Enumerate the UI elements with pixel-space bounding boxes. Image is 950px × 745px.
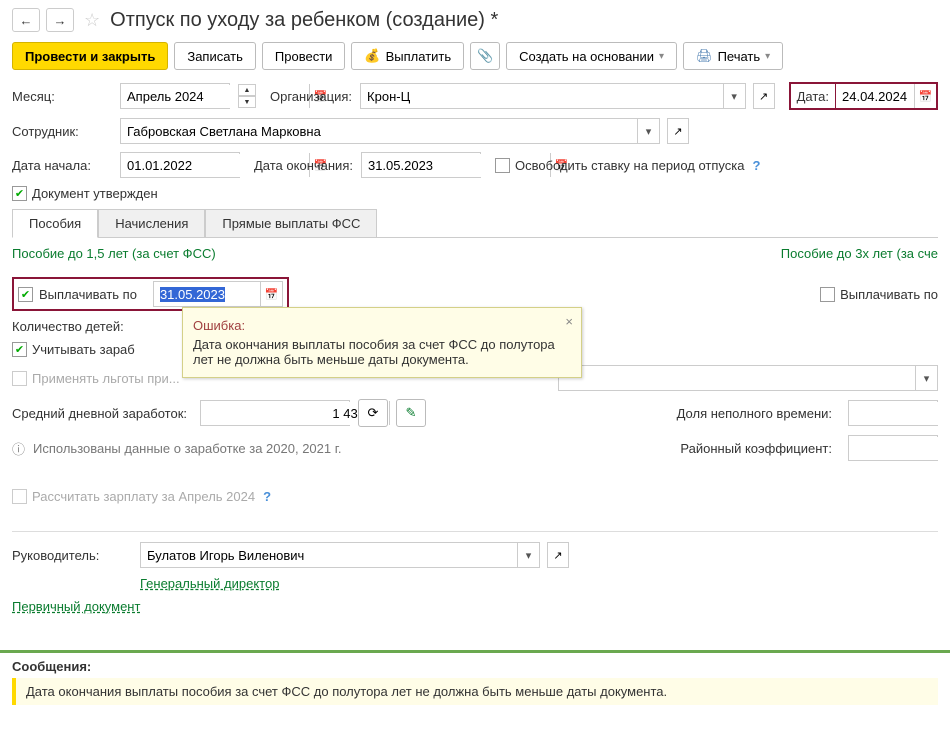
employee-dropdown-button[interactable]: ▾ bbox=[637, 119, 659, 143]
favorite-star-icon[interactable]: ☆ bbox=[84, 10, 100, 31]
employee-label: Сотрудник: bbox=[12, 124, 112, 139]
month-up-button[interactable]: ▲ bbox=[238, 84, 256, 96]
tooltip-text: Дата окончания выплаты пособия за счет Ф… bbox=[193, 337, 571, 367]
release-rate-help-icon[interactable]: ? bbox=[752, 158, 760, 173]
benefits-combo-dropdown[interactable]: ▾ bbox=[915, 366, 937, 390]
create-based-button[interactable]: Создать на основании bbox=[506, 42, 677, 70]
employee-open-button[interactable]: ↗ bbox=[667, 118, 689, 144]
manager-dropdown-button[interactable]: ▾ bbox=[517, 543, 539, 567]
part-time-input[interactable] bbox=[849, 402, 950, 425]
month-label: Месяц: bbox=[12, 89, 112, 104]
save-button[interactable]: Записать bbox=[174, 42, 256, 70]
edit-button[interactable]: ✎ bbox=[396, 399, 426, 427]
date-input[interactable] bbox=[836, 85, 914, 108]
manager-label: Руководитель: bbox=[12, 548, 132, 563]
print-button[interactable]: 🖨 Печать bbox=[683, 42, 783, 70]
attach-button[interactable]: 📎 bbox=[470, 42, 500, 70]
date-calendar-button[interactable]: 📅 bbox=[914, 84, 936, 108]
end-date-label: Дата окончания: bbox=[254, 158, 353, 173]
pay-button-label: Выплатить bbox=[386, 49, 452, 64]
tab-benefits[interactable]: Пособия bbox=[12, 209, 98, 238]
manager-position-link[interactable]: Генеральный директор bbox=[140, 576, 279, 591]
org-dropdown-button[interactable]: ▾ bbox=[723, 84, 745, 108]
calc-salary-help-icon[interactable]: ? bbox=[263, 489, 271, 504]
refresh-button[interactable]: ⟳ bbox=[358, 399, 388, 427]
tab-direct-fss[interactable]: Прямые выплаты ФСС bbox=[205, 209, 377, 238]
manager-input[interactable] bbox=[141, 544, 517, 567]
org-label: Организация: bbox=[270, 89, 352, 104]
account-earnings-checkbox[interactable]: ✔ bbox=[12, 342, 27, 357]
release-rate-label: Освободить ставку на период отпуска bbox=[515, 158, 745, 173]
pay-until-input[interactable]: 31.05.2023 bbox=[154, 283, 260, 306]
apply-benefits-checkbox bbox=[12, 371, 27, 386]
nav-back-button[interactable]: ← bbox=[12, 8, 40, 32]
calendar-icon: 📅 bbox=[265, 288, 279, 301]
pay-until-label: Выплачивать по bbox=[39, 287, 137, 302]
doc-approved-label: Документ утвержден bbox=[32, 186, 158, 201]
part-time-label: Доля неполного времени: bbox=[677, 406, 832, 421]
calc-salary-label: Рассчитать зарплату за Апрель 2024 bbox=[32, 489, 255, 504]
pay-until-calendar-button[interactable]: 📅 bbox=[260, 282, 282, 306]
tab-accruals[interactable]: Начисления bbox=[98, 209, 205, 238]
info-icon: ⓘ bbox=[12, 439, 25, 458]
print-button-label: Печать bbox=[718, 49, 761, 64]
pay-until-2-label: Выплачивать по bbox=[840, 287, 938, 302]
benefits-combo-input[interactable] bbox=[559, 367, 915, 390]
benefit-3-section: Пособие до 3х лет (за сче bbox=[781, 246, 938, 261]
error-tooltip: × Ошибка: Дата окончания выплаты пособия… bbox=[182, 307, 582, 378]
children-count-label: Количество детей: bbox=[12, 319, 124, 334]
month-down-button[interactable]: ▼ bbox=[238, 96, 256, 108]
calc-salary-checkbox bbox=[12, 489, 27, 504]
pay-button[interactable]: 💰 Выплатить bbox=[351, 42, 464, 70]
org-open-button[interactable]: ↗ bbox=[753, 83, 775, 109]
avg-daily-label: Средний дневной заработок: bbox=[12, 406, 192, 421]
apply-benefits-label: Применять льготы при... bbox=[32, 371, 180, 386]
date-label: Дата: bbox=[791, 85, 835, 108]
primary-doc-link[interactable]: Первичный документ bbox=[12, 599, 140, 614]
tooltip-close-button[interactable]: × bbox=[565, 314, 573, 329]
printer-icon: 🖨 bbox=[696, 48, 713, 64]
pay-until-value: 31.05.2023 bbox=[160, 287, 225, 302]
calendar-icon: 📅 bbox=[919, 90, 933, 103]
pay-until-checkbox[interactable]: ✔ bbox=[18, 287, 33, 302]
release-rate-checkbox[interactable] bbox=[495, 158, 510, 173]
tooltip-title: Ошибка: bbox=[193, 318, 571, 333]
nav-forward-button[interactable]: → bbox=[46, 8, 74, 32]
post-and-close-button[interactable]: Провести и закрыть bbox=[12, 42, 168, 70]
pencil-icon: ✎ bbox=[406, 405, 417, 421]
start-date-label: Дата начала: bbox=[12, 158, 112, 173]
region-coef-input[interactable] bbox=[849, 437, 950, 460]
messages-title: Сообщения: bbox=[12, 653, 938, 678]
benefit-1-5-section: Пособие до 1,5 лет (за счет ФСС) bbox=[12, 246, 216, 261]
paperclip-icon: 📎 bbox=[477, 48, 493, 64]
refresh-icon: ⟳ bbox=[368, 405, 379, 421]
message-item[interactable]: Дата окончания выплаты пособия за счет Ф… bbox=[12, 678, 938, 705]
region-coef-label: Районный коэффициент: bbox=[680, 441, 832, 456]
org-input[interactable] bbox=[361, 85, 723, 108]
manager-open-button[interactable]: ↗ bbox=[547, 542, 569, 568]
doc-approved-checkbox[interactable]: ✔ bbox=[12, 186, 27, 201]
post-button[interactable]: Провести bbox=[262, 42, 346, 70]
account-earnings-label: Учитывать зараб bbox=[32, 342, 135, 357]
employee-input[interactable] bbox=[121, 120, 637, 143]
used-data-label: Использованы данные о заработке за 2020,… bbox=[33, 441, 341, 456]
pay-until-2-checkbox[interactable] bbox=[820, 287, 835, 302]
page-title: Отпуск по уходу за ребенком (создание) * bbox=[110, 9, 498, 32]
message-text: Дата окончания выплаты пособия за счет Ф… bbox=[26, 684, 667, 699]
money-icon: 💰 bbox=[364, 48, 380, 64]
